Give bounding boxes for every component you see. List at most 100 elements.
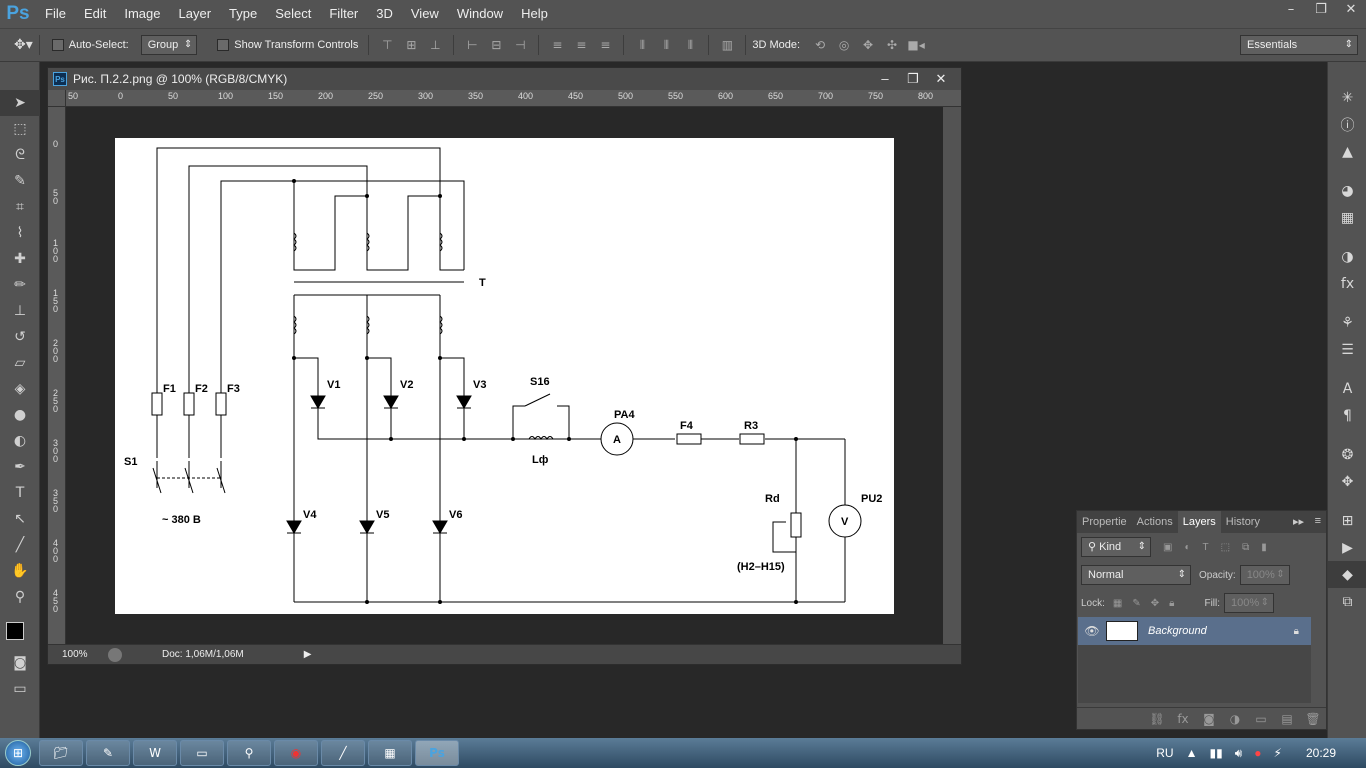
- distribute-left-icon[interactable]: ⦀: [632, 35, 652, 55]
- visibility-eye-icon[interactable]: 👁︎: [1078, 624, 1106, 638]
- type-tool-icon[interactable]: T: [0, 480, 40, 506]
- horizontal-ruler[interactable]: 50 0 50 100 150 200 250 300 350 400 450 …: [66, 90, 961, 107]
- distribute-hcenter-icon[interactable]: ⦀: [656, 35, 676, 55]
- explorer-taskbar-icon[interactable]: 📁︎: [39, 740, 83, 766]
- crop-tool-icon[interactable]: ⌗: [0, 194, 40, 220]
- opacity-field[interactable]: 100%: [1239, 565, 1290, 585]
- link-layers-icon[interactable]: ⛓: [1144, 712, 1170, 726]
- info-panel-icon[interactable]: ⓘ: [1328, 111, 1366, 138]
- restore-button[interactable]: ❐: [1306, 0, 1336, 20]
- opera-taskbar-icon[interactable]: ◉: [274, 740, 318, 766]
- layer-name[interactable]: Background: [1148, 625, 1207, 637]
- timeline-play-icon[interactable]: ▶: [1328, 534, 1366, 561]
- canvas-area[interactable]: T F1 F2 F3 S1 ~ 380 В V1 V2 V3 V4 V5 V6 …: [66, 107, 943, 644]
- auto-select-dropdown[interactable]: Group: [140, 35, 198, 55]
- tab-history[interactable]: History: [1221, 511, 1265, 533]
- doc-close-button[interactable]: ✕: [927, 68, 955, 90]
- folder-taskbar-icon[interactable]: ▭: [180, 740, 224, 766]
- paragraph-panel-icon[interactable]: ¶: [1328, 402, 1366, 429]
- history-brush-tool-icon[interactable]: ↺: [0, 324, 40, 350]
- word-taskbar-icon[interactable]: W: [133, 740, 177, 766]
- channels-panel-icon[interactable]: ❂: [1328, 441, 1366, 468]
- foreground-color-swatch[interactable]: [6, 622, 24, 640]
- marquee-tool-icon[interactable]: ⬚: [0, 116, 40, 142]
- tab-properties[interactable]: Propertie: [1077, 511, 1132, 533]
- doc-restore-button[interactable]: ❐: [899, 68, 927, 90]
- pen-tool-icon[interactable]: ✒: [0, 454, 40, 480]
- show-transform-checkbox[interactable]: [217, 39, 230, 51]
- auto-select-checkbox[interactable]: [51, 39, 64, 51]
- panel-collapse-icon[interactable]: ▸▸: [1293, 515, 1304, 528]
- move-tool-icon[interactable]: ✥▾: [14, 37, 33, 53]
- tab-layers[interactable]: Layers: [1177, 511, 1221, 533]
- filter-adjustment-icon[interactable]: ◐: [1184, 542, 1190, 553]
- distribute-bottom-icon[interactable]: ≡: [595, 35, 615, 55]
- eraser-tool-icon[interactable]: ▱: [0, 350, 40, 376]
- align-bottom-icon[interactable]: ⊥: [425, 35, 445, 55]
- delete-layer-icon[interactable]: 🗑︎: [1300, 712, 1326, 726]
- paint-bucket-tool-icon[interactable]: ◈: [0, 376, 40, 402]
- move-tool-icon[interactable]: ➤: [0, 90, 40, 116]
- network-icon[interactable]: ▮▮: [1210, 746, 1223, 760]
- tray-expand-icon[interactable]: ▲: [1186, 746, 1198, 760]
- 3d-scale-icon[interactable]: ■◂: [906, 35, 926, 55]
- vertical-ruler[interactable]: 0 5 0 1 0 0 1 5 0 2 0 0 2 5 0 3 0 0 3 5 …: [48, 107, 66, 644]
- lock-all-icon[interactable]: 🔒︎: [1169, 598, 1174, 609]
- power-icon[interactable]: ⚡︎: [1274, 746, 1282, 760]
- clone-source-icon[interactable]: ⊞: [1328, 507, 1366, 534]
- workspace-dropdown[interactable]: Essentials: [1240, 35, 1358, 55]
- align-right-icon[interactable]: ⊣: [510, 35, 530, 55]
- add-mask-icon[interactable]: ◙: [1196, 712, 1222, 726]
- start-button[interactable]: ⊞: [0, 738, 36, 768]
- menu-select[interactable]: Select: [266, 0, 320, 28]
- doc-minimize-button[interactable]: –: [871, 68, 899, 90]
- hand-tool-icon[interactable]: ✋: [0, 558, 40, 584]
- distribute-right-icon[interactable]: ⦀: [680, 35, 700, 55]
- filter-type-icon[interactable]: T: [1203, 542, 1209, 553]
- styles-panel-icon[interactable]: fx: [1328, 270, 1366, 297]
- brush-tool-icon[interactable]: ✏: [0, 272, 40, 298]
- photoshop-taskbar-icon[interactable]: Ps: [415, 740, 459, 766]
- zoom-tool-icon[interactable]: ⚲: [0, 584, 40, 610]
- layers-panel-icon[interactable]: ◆: [1328, 561, 1366, 588]
- swatches-panel-icon[interactable]: ▦: [1328, 204, 1366, 231]
- filter-toggle-icon[interactable]: ▮: [1261, 542, 1267, 553]
- align-vcenter-icon[interactable]: ⊞: [401, 35, 421, 55]
- search-taskbar-icon[interactable]: ⚲: [227, 740, 271, 766]
- filter-pixel-icon[interactable]: ▣: [1163, 542, 1172, 553]
- align-hcenter-icon[interactable]: ⊟: [486, 35, 506, 55]
- layer-comps-icon[interactable]: ⧉: [1328, 588, 1366, 615]
- status-arrow-icon[interactable]: ▶: [304, 649, 312, 660]
- dodge-tool-icon[interactable]: ◐: [0, 428, 40, 454]
- distribute-top-icon[interactable]: ≡: [547, 35, 567, 55]
- lasso-tool-icon[interactable]: ᘓ: [0, 142, 40, 168]
- eyedropper-tool-icon[interactable]: ⌇: [0, 220, 40, 246]
- 3d-slide-icon[interactable]: ✣: [882, 35, 902, 55]
- notepad-taskbar-icon[interactable]: ✎: [86, 740, 130, 766]
- filter-smart-icon[interactable]: ⧉: [1242, 542, 1249, 553]
- character-panel-icon[interactable]: A: [1328, 375, 1366, 402]
- filter-shape-icon[interactable]: ⬚: [1221, 542, 1230, 553]
- menu-file[interactable]: File: [36, 0, 75, 28]
- volume-icon[interactable]: 🔊︎: [1235, 746, 1243, 761]
- menu-type[interactable]: Type: [220, 0, 266, 28]
- distribute-vcenter-icon[interactable]: ≡: [571, 35, 591, 55]
- menu-3d[interactable]: 3D: [367, 0, 402, 28]
- pen-taskbar-icon[interactable]: ╱: [321, 740, 365, 766]
- brush-panel-icon[interactable]: ⚘: [1328, 309, 1366, 336]
- clone-stamp-tool-icon[interactable]: ⊥: [0, 298, 40, 324]
- menu-edit[interactable]: Edit: [75, 0, 115, 28]
- alert-icon[interactable]: ●: [1254, 746, 1261, 760]
- new-adjustment-icon[interactable]: ◑: [1222, 712, 1248, 726]
- quick-mask-icon[interactable]: ◙: [0, 650, 40, 676]
- histogram-panel-icon[interactable]: ▲: [1328, 138, 1366, 165]
- path-selection-tool-icon[interactable]: ↖: [0, 506, 40, 532]
- close-button[interactable]: ✕: [1336, 0, 1366, 20]
- panel-menu-icon[interactable]: ≡: [1315, 515, 1321, 527]
- 3d-rotate-icon[interactable]: ⟲: [810, 35, 830, 55]
- brush-presets-icon[interactable]: ☰: [1328, 336, 1366, 363]
- clock[interactable]: 20:29: [1306, 746, 1336, 760]
- 3d-panel-icon[interactable]: ✳: [1328, 84, 1366, 111]
- menu-window[interactable]: Window: [448, 0, 512, 28]
- adjustments-panel-icon[interactable]: ◑: [1328, 243, 1366, 270]
